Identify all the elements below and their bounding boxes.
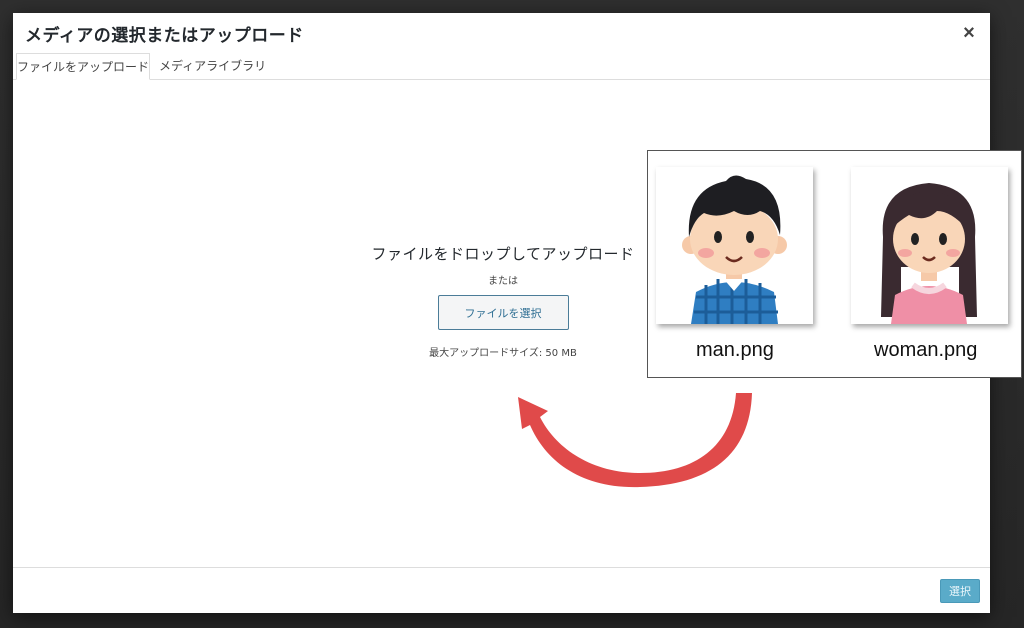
select-files-button[interactable]: ファイルを選択 bbox=[437, 295, 569, 330]
modal-footer: 選択 bbox=[13, 567, 990, 613]
modal-header: メディアの選択またはアップロード × bbox=[13, 13, 990, 53]
max-upload-size: 最大アップロードサイズ: 50 MB bbox=[429, 348, 577, 359]
man-avatar-icon bbox=[682, 175, 787, 324]
woman-avatar-icon bbox=[881, 183, 977, 324]
file-name-woman: woman.png bbox=[874, 339, 978, 361]
file-thumbnail-woman[interactable] bbox=[851, 167, 1008, 324]
tab-upload-files[interactable]: ファイルをアップロード bbox=[16, 53, 150, 80]
tab-bar: ファイルをアップロード メディアライブラリ bbox=[13, 53, 990, 80]
tab-media-library[interactable]: メディアライブラリ bbox=[152, 53, 273, 79]
drag-arrow-icon bbox=[518, 393, 752, 488]
file-thumbnail-man[interactable] bbox=[656, 167, 813, 324]
upload-drop-zone[interactable]: ファイルをドロップしてアップロード または ファイルを選択 最大アップロードサイ… bbox=[363, 243, 643, 359]
drop-instructions: ファイルをドロップしてアップロード bbox=[371, 245, 635, 263]
select-button[interactable]: 選択 bbox=[940, 579, 980, 603]
modal-title: メディアの選択またはアップロード bbox=[25, 26, 304, 46]
or-separator: または bbox=[488, 276, 518, 287]
file-name-man: man.png bbox=[696, 339, 774, 361]
file-preview-card: man.png woman.png bbox=[647, 150, 1022, 378]
close-button[interactable]: × bbox=[958, 22, 980, 44]
